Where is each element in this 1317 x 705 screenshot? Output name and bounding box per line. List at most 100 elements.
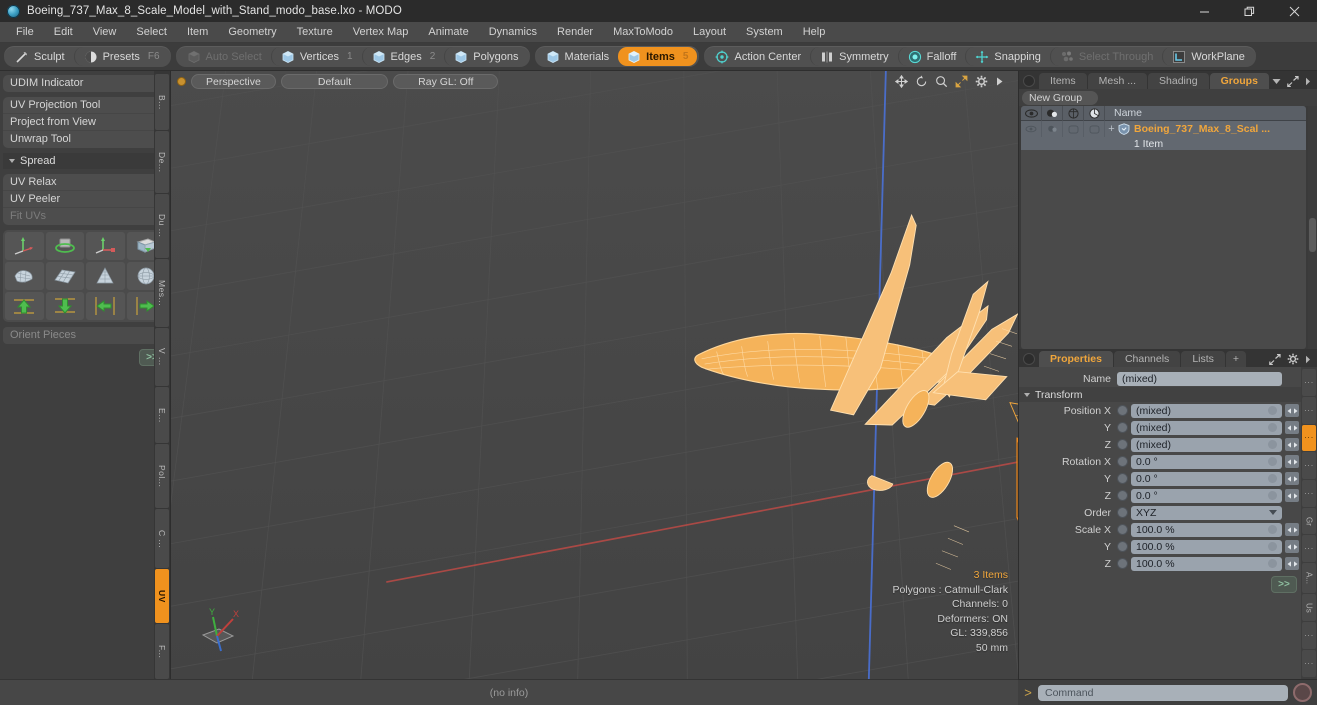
menu-layout[interactable]: Layout <box>683 22 736 43</box>
rail-cell-1[interactable]: ⋮ <box>1302 369 1316 396</box>
viewport-canvas[interactable] <box>171 71 1018 679</box>
tab-channels[interactable]: Channels <box>1113 351 1181 367</box>
command-input[interactable]: Command <box>1038 684 1288 701</box>
restore-icon[interactable] <box>1227 0 1272 22</box>
scale-y-knob[interactable] <box>1117 541 1128 552</box>
spread-section-header[interactable]: Spread <box>3 153 167 169</box>
rail-cell-3-active[interactable]: ⋮ <box>1302 424 1316 452</box>
tab-groups[interactable]: Groups <box>1209 73 1269 89</box>
orient-pieces-field[interactable]: Orient Pieces <box>3 327 167 344</box>
new-group-button[interactable]: New Group <box>1022 90 1099 105</box>
rotate-icon[interactable] <box>915 74 928 88</box>
sculpt-button[interactable]: Sculpt <box>6 47 74 66</box>
arrow-up-icon[interactable] <box>5 292 44 320</box>
scale-z-anim-dot[interactable] <box>1268 559 1277 568</box>
vtab-v[interactable]: V ... <box>155 327 169 387</box>
scale-y-field[interactable]: 100.0 % <box>1131 539 1282 554</box>
vtab-pol[interactable]: Pol... <box>155 444 169 509</box>
viewport-shading-pill[interactable]: Default <box>280 73 389 89</box>
position-x-knob[interactable] <box>1117 405 1128 416</box>
scale-y-anim-dot[interactable] <box>1268 542 1277 551</box>
position-x-anim-dot[interactable] <box>1268 406 1277 415</box>
move-axis-icon[interactable] <box>5 232 44 260</box>
rotation-x-anim-dot[interactable] <box>1268 457 1277 466</box>
vtab-uv[interactable]: UV <box>155 569 169 624</box>
menu-dynamics[interactable]: Dynamics <box>479 22 547 43</box>
rotation-y-spinner[interactable] <box>1285 472 1299 485</box>
rotation-x-field[interactable]: 0.0 ° <box>1131 454 1282 469</box>
play-icon[interactable] <box>995 76 1004 87</box>
position-x-spinner[interactable] <box>1285 404 1299 417</box>
vtab-e[interactable]: E... <box>155 387 169 444</box>
rail-cell-11[interactable]: ⋮ <box>1302 650 1316 677</box>
position-y-spinner[interactable] <box>1285 421 1299 434</box>
rotation-y-field[interactable]: 0.0 ° <box>1131 471 1282 486</box>
presets-button[interactable]: Presets F6 <box>73 47 169 66</box>
list-item[interactable]: Boeing_737_Max_8_Scal ... <box>1118 123 1270 135</box>
mesh-grid-icon[interactable] <box>45 262 84 290</box>
eye-icon[interactable] <box>1021 106 1042 121</box>
project-from-view-row[interactable]: Project from View <box>3 114 167 131</box>
mesh-shell-icon[interactable] <box>5 262 44 290</box>
menu-system[interactable]: System <box>736 22 793 43</box>
rotation-x-knob[interactable] <box>1117 456 1128 467</box>
position-y-knob[interactable] <box>1117 422 1128 433</box>
name-field[interactable]: (mixed) <box>1117 371 1282 386</box>
minimize-icon[interactable] <box>1182 0 1227 22</box>
position-z-anim-dot[interactable] <box>1268 440 1277 449</box>
scale-z-field[interactable]: 100.0 % <box>1131 556 1282 571</box>
zoom-icon[interactable] <box>935 75 948 88</box>
render-icon[interactable] <box>1084 106 1105 121</box>
gear-icon[interactable] <box>975 75 988 88</box>
tab-items[interactable]: Items <box>1039 73 1087 89</box>
vtab-f[interactable]: F... <box>155 624 169 680</box>
row-eye-toggle[interactable] <box>1021 121 1042 137</box>
tab-shading[interactable]: Shading <box>1148 73 1209 89</box>
record-icon[interactable] <box>1293 683 1312 702</box>
rail-cell-2[interactable]: ⋮ <box>1302 396 1316 424</box>
rail-cell-10[interactable]: ⋮ <box>1302 622 1316 650</box>
rotation-z-anim-dot[interactable] <box>1268 491 1277 500</box>
axis-gizmo[interactable]: Y X <box>193 603 249 659</box>
fit-icon[interactable] <box>955 75 968 88</box>
chevron-right-icon[interactable] <box>1305 77 1311 86</box>
properties-menu-knob[interactable] <box>1023 353 1035 365</box>
vtab-b[interactable]: B... <box>155 74 169 130</box>
row-render-toggle[interactable] <box>1084 121 1105 137</box>
scale-x-spinner[interactable] <box>1285 523 1299 536</box>
select-through-button[interactable]: Select Through <box>1049 47 1162 66</box>
menu-item[interactable]: Item <box>177 22 218 43</box>
transform-section-header[interactable]: Transform <box>1019 387 1301 402</box>
rail-cell-4[interactable]: ⋮ <box>1302 452 1316 479</box>
rail-cell-gr[interactable]: Gr <box>1302 507 1316 535</box>
workplane-button[interactable]: WorkPlane <box>1162 47 1254 66</box>
gear-icon[interactable] <box>1287 353 1299 365</box>
scale-y-spinner[interactable] <box>1285 540 1299 553</box>
rotation-z-field[interactable]: 0.0 ° <box>1131 488 1282 503</box>
groups-tree-scrollbar[interactable] <box>1308 106 1317 349</box>
chevron-down-icon[interactable] <box>1272 78 1281 85</box>
position-y-field[interactable]: (mixed) <box>1131 420 1282 435</box>
rotation-z-spinner[interactable] <box>1285 489 1299 502</box>
fit-uvs-row[interactable]: Fit UVs <box>3 208 167 225</box>
viewport-menu-dot[interactable] <box>177 76 186 86</box>
scale-z-knob[interactable] <box>1117 558 1128 569</box>
menu-select[interactable]: Select <box>126 22 177 43</box>
scrollbar-thumb[interactable] <box>1309 217 1316 252</box>
menu-geometry[interactable]: Geometry <box>218 22 286 43</box>
vtab-de[interactable]: De... <box>155 131 169 193</box>
vertices-button[interactable]: Vertices 1 <box>270 47 362 66</box>
action-center-button[interactable]: Action Center <box>706 47 810 66</box>
rail-cell-us[interactable]: Us <box>1302 593 1316 622</box>
close-icon[interactable] <box>1272 0 1317 22</box>
position-z-spinner[interactable] <box>1285 438 1299 451</box>
snapping-button[interactable]: Snapping <box>965 47 1050 66</box>
vtab-du[interactable]: Du ... <box>155 193 169 259</box>
expand-icon[interactable] <box>1287 76 1299 87</box>
menu-help[interactable]: Help <box>793 22 836 43</box>
move-axis-red-icon[interactable] <box>86 232 125 260</box>
pan-icon[interactable] <box>895 74 908 88</box>
rail-cell-7[interactable]: ⋮ <box>1302 535 1316 563</box>
row-expander[interactable]: + <box>1105 123 1118 135</box>
table-row[interactable]: + Boeing_737_Max_8_Scal ... <box>1021 121 1306 137</box>
